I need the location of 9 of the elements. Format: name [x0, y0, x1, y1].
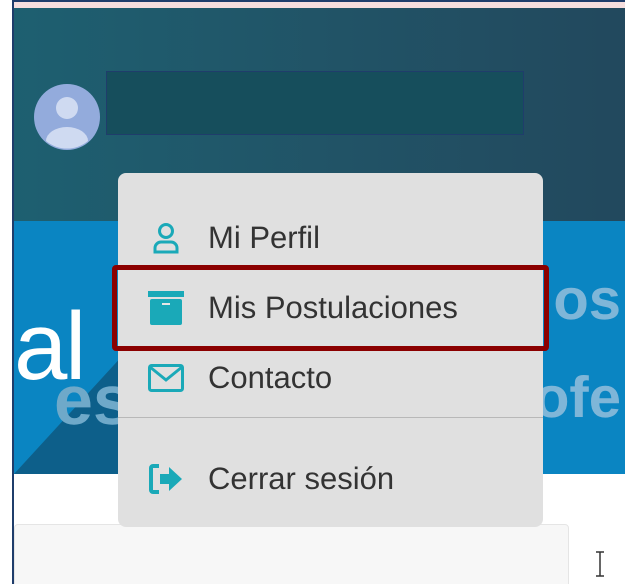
archive-box-icon — [148, 291, 184, 325]
user-icon — [153, 222, 179, 254]
sign-out-icon — [149, 464, 183, 494]
banner-text: os — [553, 271, 621, 329]
envelope-icon — [148, 364, 184, 392]
menu-item[interactable]: Mis Postulaciones — [112, 265, 549, 351]
menu-item[interactable]: Cerrar sesión — [112, 436, 549, 522]
avatar-icon[interactable] — [34, 84, 100, 150]
text-cursor-icon — [595, 551, 605, 577]
